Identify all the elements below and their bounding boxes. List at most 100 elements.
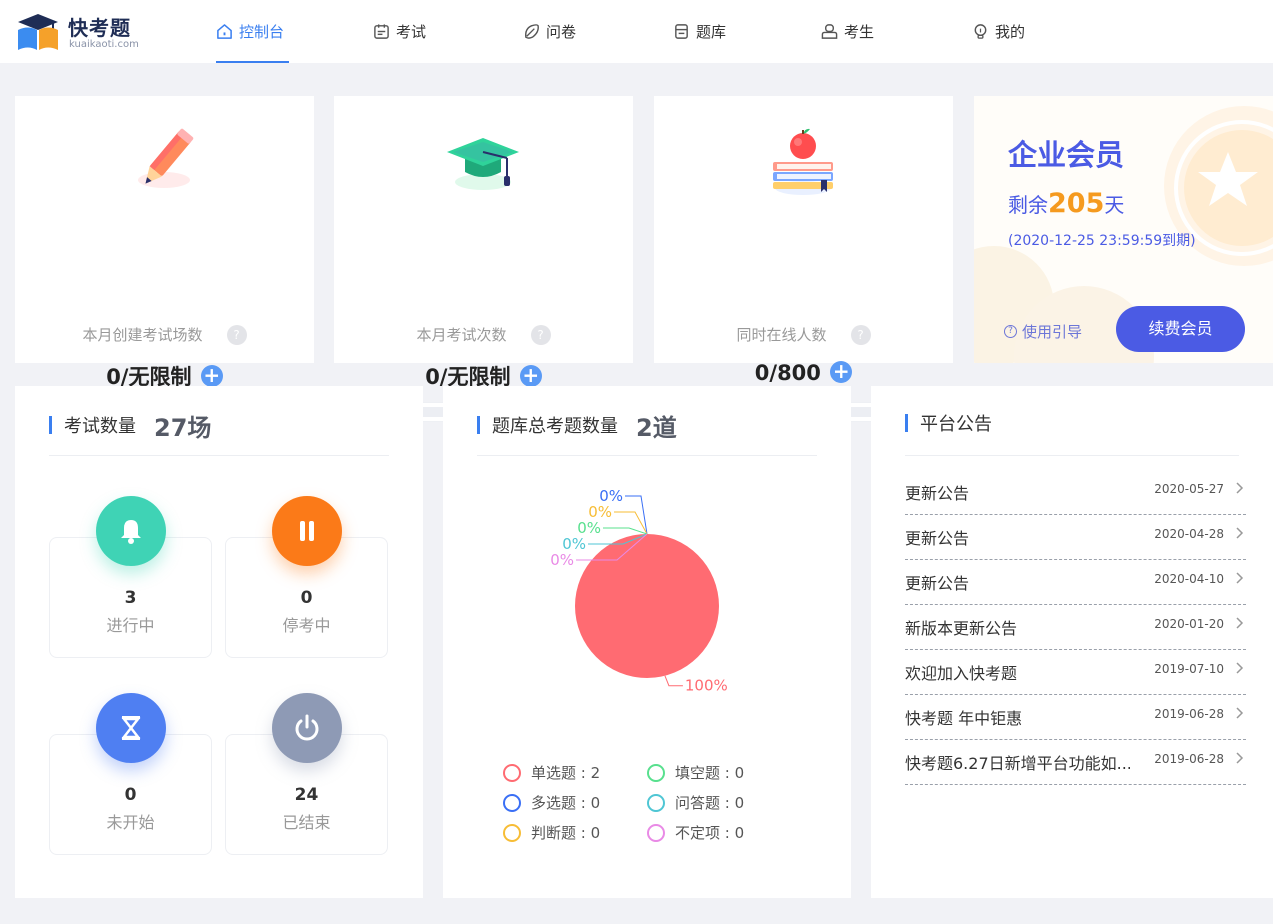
- status-count: 0: [300, 588, 313, 608]
- pie-leader-line: [603, 527, 648, 535]
- usage-guide-link[interactable]: ? 使用引导: [1004, 321, 1082, 342]
- nav-tab-exam[interactable]: 考试: [373, 0, 426, 63]
- legend-label: 判断题 : 0: [531, 824, 601, 842]
- pie-label: 100%: [685, 677, 728, 695]
- legend-label: 单选题 : 2: [531, 764, 601, 782]
- add-icon[interactable]: +: [830, 361, 853, 383]
- logo[interactable]: 快考题 kuaikaoti.com: [14, 10, 139, 54]
- legend-ring-icon: [503, 763, 521, 782]
- legend-item[interactable]: 判断题 : 0: [503, 822, 600, 843]
- notice-item[interactable]: 欢迎加入快考题 2019-07-10: [905, 650, 1246, 695]
- hourglass-icon: [95, 693, 166, 763]
- legend-ring-icon: [503, 793, 521, 812]
- stat-card-exam-count: 本月考试次数? 0/无限制 +: [334, 96, 633, 422]
- legend-ring-icon: [647, 793, 665, 812]
- panel-header: 平台公告: [905, 410, 992, 436]
- notice-item[interactable]: 快考题6.27日新增平台功能如... 2019-06-28: [905, 740, 1246, 785]
- legend-item[interactable]: 不定项 : 0: [647, 822, 744, 843]
- legend-item[interactable]: 问答题 : 0: [647, 792, 744, 813]
- question-bank-panel: 题库总考题数量 2道 0% 0% 0% 0% 0% 100% 单选题 : 2 填空题 : 0…: [443, 386, 851, 898]
- exam-count-panel: 考试数量 27场 3 进行中 0 停考中 0 未开始 24 已结束: [15, 386, 423, 898]
- help-icon[interactable]: ?: [226, 325, 247, 345]
- chevron-right-icon: [1236, 662, 1244, 674]
- stat-label: 本月创建考试场数?: [15, 324, 314, 345]
- question-total: 2道: [636, 413, 677, 442]
- nav-label: 题库: [696, 23, 727, 41]
- question-type-pie-chart: 0%0%0%0%0%100%: [550, 487, 728, 695]
- legend-item[interactable]: 填空题 : 0: [647, 762, 744, 783]
- panel-header: 题库总考题数量 2道: [477, 412, 677, 442]
- notice-item[interactable]: 更新公告 2020-04-28: [905, 515, 1246, 560]
- legend-label: 问答题 : 0: [675, 794, 745, 812]
- nav-tab-console[interactable]: 控制台: [216, 0, 289, 63]
- status-ended[interactable]: 24 已结束: [225, 693, 388, 855]
- panel-title: 题库总考题数量: [492, 416, 618, 437]
- graduation-cap-icon: [447, 138, 519, 190]
- pie-leader-line: [664, 675, 683, 687]
- legend-item[interactable]: 单选题 : 2: [503, 762, 600, 783]
- status-paused[interactable]: 0 停考中: [225, 496, 388, 658]
- status-label: 未开始: [106, 813, 155, 832]
- renew-membership-button[interactable]: 续费会员: [1116, 306, 1245, 352]
- nav-label: 我的: [995, 23, 1026, 41]
- legend-item[interactable]: 多选题 : 0: [503, 792, 600, 813]
- help-icon[interactable]: ?: [850, 325, 871, 345]
- nav-tab-examinee[interactable]: 考生: [821, 0, 874, 63]
- notice-item[interactable]: 快考题 年中钜惠 2019-06-28: [905, 695, 1246, 740]
- chevron-right-icon: [1236, 482, 1244, 494]
- power-icon: [271, 693, 342, 763]
- legend-label: 不定项 : 0: [675, 824, 745, 842]
- status-label: 已结束: [282, 813, 331, 832]
- nav-tab-questionnaire[interactable]: 问卷: [523, 0, 576, 63]
- stat-card-exam-sessions: 本月创建考试场数? 0/无限制 +: [15, 96, 314, 422]
- legend-ring-icon: [647, 763, 665, 782]
- notice-item[interactable]: 更新公告 2020-04-10: [905, 560, 1246, 605]
- notice-item[interactable]: 更新公告 2020-05-27: [905, 470, 1246, 515]
- exam-total: 27场: [154, 413, 212, 442]
- nav-label: 考试: [396, 23, 427, 41]
- add-icon[interactable]: +: [200, 365, 223, 387]
- status-ongoing[interactable]: 3 进行中: [49, 496, 212, 658]
- nav-tab-mine[interactable]: 我的: [972, 0, 1025, 63]
- legend-ring-icon: [503, 823, 521, 842]
- book-cap-logo-icon: [18, 14, 58, 50]
- brand-name: 快考题: [68, 16, 131, 40]
- stat-card-online-users: 同时在线人数? 0/800 +: [654, 96, 953, 422]
- chevron-right-icon: [1236, 617, 1244, 629]
- lightbulb-icon: [974, 24, 987, 39]
- database-icon: [675, 24, 688, 39]
- nav-tab-question-bank[interactable]: 题库: [673, 0, 726, 63]
- platform-notice-panel: 平台公告 更新公告 2020-05-27 更新公告 2020-04-28 更新公告 2…: [871, 386, 1273, 898]
- expire-date: (2020-12-25 23:59:59到期): [1008, 233, 1196, 249]
- top-nav-bar: 快考题 kuaikaoti.com 控制台 考试 问卷 题库 考生 我的: [0, 0, 1273, 63]
- brand-domain: kuaikaoti.com: [69, 39, 139, 50]
- stat-label: 本月考试次数?: [334, 324, 633, 345]
- help-icon[interactable]: ?: [530, 325, 551, 345]
- examinee-icon: [821, 24, 838, 39]
- legend-label: 填空题 : 0: [675, 764, 745, 782]
- status-label: 停考中: [282, 616, 331, 635]
- status-not-started[interactable]: 0 未开始: [49, 693, 212, 855]
- chevron-right-icon: [1236, 752, 1244, 764]
- home-icon: [217, 24, 232, 39]
- status-count: 3: [124, 588, 137, 608]
- chevron-right-icon: [1236, 527, 1244, 539]
- help-circle-icon: ?: [1004, 325, 1017, 338]
- status-count: 24: [294, 785, 319, 805]
- nav-label: 问卷: [546, 23, 577, 41]
- pie-slice-单选题[interactable]: [575, 534, 719, 678]
- panel-title: 平台公告: [920, 414, 992, 435]
- panel-header: 考试数量 27场: [49, 412, 211, 442]
- questionnaire-icon: [525, 24, 539, 39]
- membership-title: 企业会员: [1008, 138, 1125, 172]
- membership-card: 企业会员 剩余205天 (2020-12-25 23:59:59到期) ? 使用引…: [974, 96, 1273, 363]
- calendar-icon: [374, 24, 389, 39]
- pie-label: 0%: [550, 551, 574, 569]
- notice-item[interactable]: 新版本更新公告 2020-01-20: [905, 605, 1246, 650]
- chevron-right-icon: [1236, 572, 1244, 584]
- stat-label: 同时在线人数?: [654, 324, 953, 345]
- pencil-icon: [138, 128, 194, 188]
- panel-title: 考试数量: [64, 416, 136, 437]
- chevron-right-icon: [1236, 707, 1244, 719]
- add-icon[interactable]: +: [519, 365, 542, 387]
